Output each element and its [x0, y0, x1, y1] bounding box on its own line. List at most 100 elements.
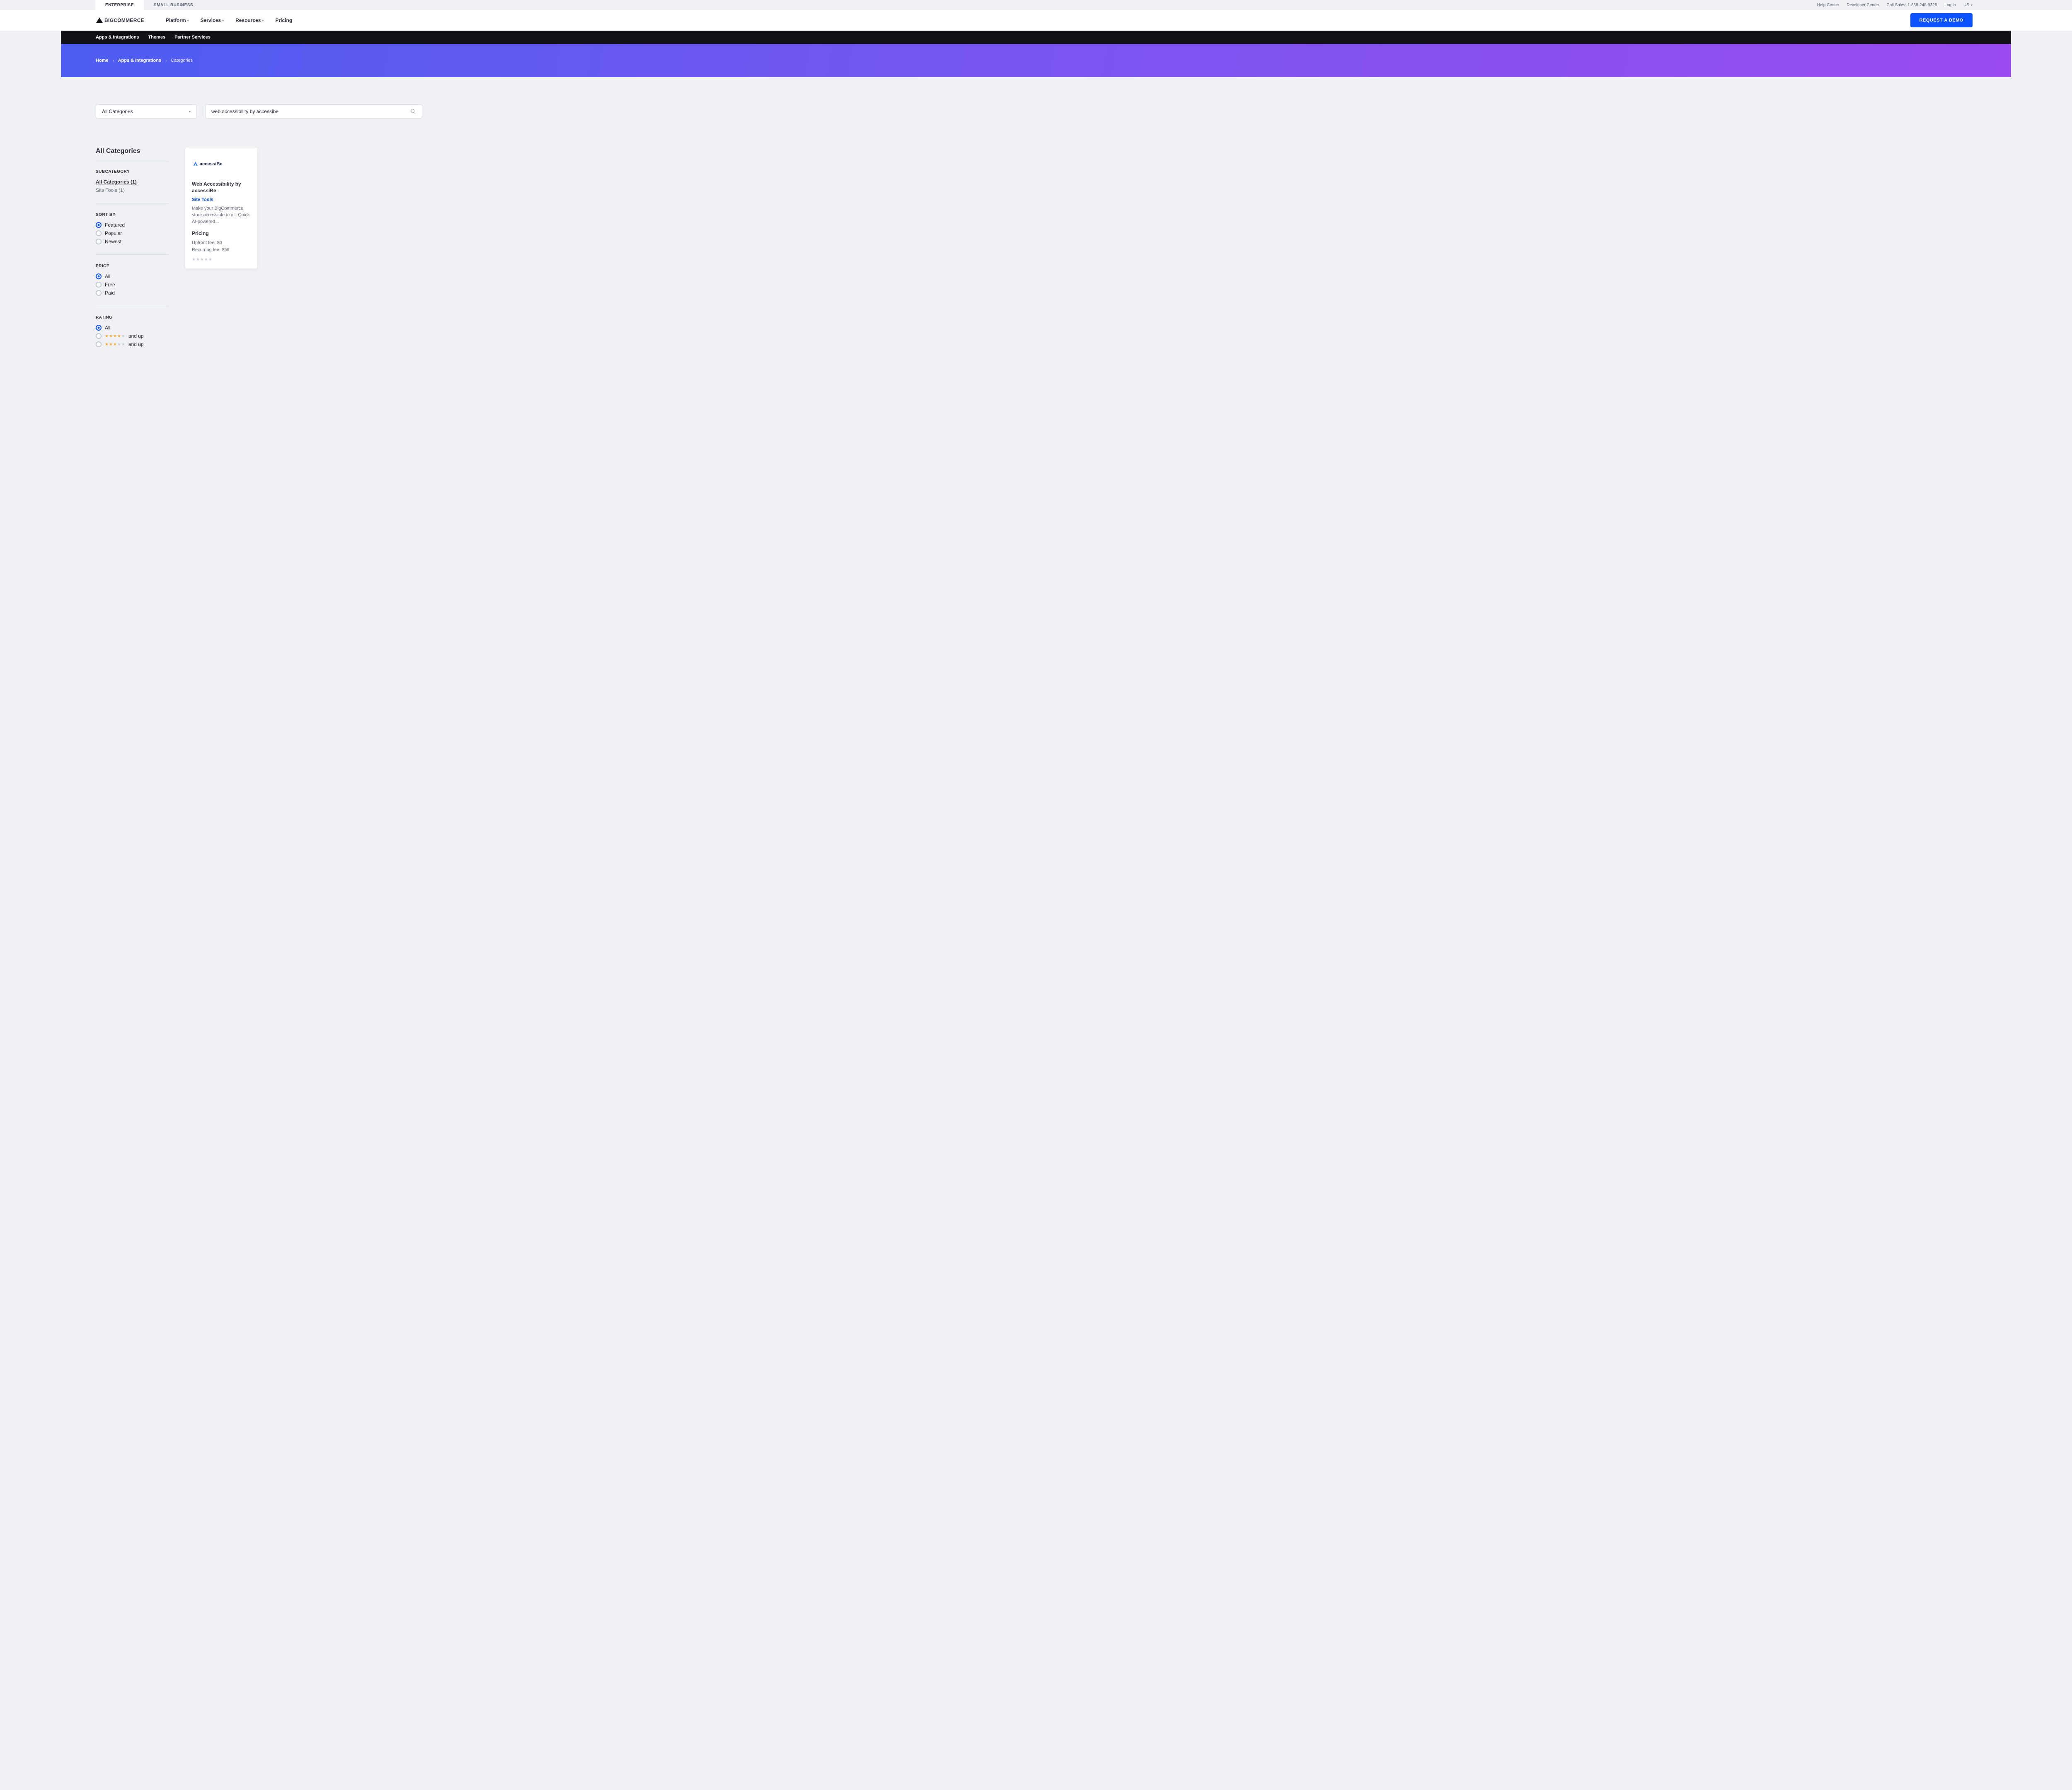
rating-group: RATING All ★ ★ ★ ★ ★ — [96, 315, 169, 347]
link-log-in[interactable]: Log In — [1944, 3, 1956, 7]
sidebar-title: All Categories — [96, 148, 169, 155]
subcategory-site-tools[interactable]: Site Tools (1) — [96, 187, 169, 193]
logo[interactable]: BIGCOMMERCE — [95, 16, 144, 24]
nav-services-label: Services — [201, 17, 221, 23]
sort-popular[interactable]: Popular — [96, 230, 169, 236]
recurring-fee: Recurring fee: $59 — [192, 247, 251, 254]
category-selected-value: All Categories — [102, 109, 133, 114]
results: accessiBe Web Accessibility by accessiBe… — [185, 148, 1976, 356]
subcategory-label: SUBCATEGORY — [96, 169, 169, 174]
tab-enterprise[interactable]: ENTERPRISE — [95, 0, 144, 10]
radio-label: Paid — [105, 290, 115, 296]
star-icon: ★ — [117, 334, 121, 339]
price-label: PRICE — [96, 264, 169, 268]
nav-resources[interactable]: Resources▾ — [235, 17, 264, 23]
radio-label: All — [105, 325, 110, 331]
subnav: Apps & Integrations Themes Partner Servi… — [61, 31, 2011, 44]
subnav-themes[interactable]: Themes — [148, 35, 166, 40]
crumb-home[interactable]: Home — [96, 58, 109, 63]
nav-pricing[interactable]: Pricing — [275, 17, 292, 23]
price-free[interactable]: Free — [96, 282, 169, 288]
star-icon: ★ — [200, 257, 204, 262]
radio-label: Free — [105, 282, 115, 288]
top-bar: ENTERPRISE SMALL BUSINESS Help Center De… — [0, 0, 2072, 10]
category-select[interactable]: All Categories ▾ — [96, 104, 197, 119]
header: BIGCOMMERCE Platform▾ Services▾ Resource… — [0, 10, 2072, 31]
topbar-tabs: ENTERPRISE SMALL BUSINESS — [95, 0, 203, 10]
logo-mark-icon — [95, 16, 104, 24]
rating-suffix: and up — [128, 333, 144, 339]
radio-icon — [96, 325, 102, 331]
radio-label: Featured — [105, 222, 125, 228]
rating-3-up[interactable]: ★ ★ ★ ★ ★ and up — [96, 341, 169, 347]
app-title: Web Accessibility by accessiBe — [192, 181, 251, 194]
nav-platform[interactable]: Platform▾ — [166, 17, 189, 23]
locale-label: US — [1963, 3, 1969, 7]
rating-label: RATING — [96, 315, 169, 320]
link-call-sales[interactable]: Call Sales: 1-888-248-9325 — [1887, 3, 1937, 7]
chevron-right-icon: › — [165, 58, 167, 63]
star-icon: ★ — [192, 257, 196, 262]
star-icon: ★ — [113, 342, 117, 347]
price-paid[interactable]: Paid — [96, 290, 169, 296]
subnav-wrap: Apps & Integrations Themes Partner Servi… — [0, 31, 2072, 44]
star-icon: ★ — [204, 257, 208, 262]
crumb-current: Categories — [171, 58, 193, 63]
radio-label: Newest — [105, 239, 121, 244]
radio-label: All — [105, 273, 110, 279]
radio-icon — [96, 222, 102, 228]
star-icon: ★ — [121, 334, 125, 339]
star-icon: ★ — [113, 334, 117, 339]
sort-featured[interactable]: Featured — [96, 222, 169, 228]
hero-wrap: Home › Apps & Integrations › Categories — [0, 44, 2072, 77]
search-row: All Categories ▾ — [96, 104, 1976, 119]
search-input[interactable] — [211, 109, 410, 114]
stars-4: ★ ★ ★ ★ ★ — [105, 334, 125, 339]
app-description: Make your BigCommerce store accessible t… — [192, 206, 251, 225]
sort-label: SORT BY — [96, 213, 169, 217]
hero: Home › Apps & Integrations › Categories — [61, 44, 2011, 77]
radio-icon — [96, 341, 102, 347]
main-nav: Platform▾ Services▾ Resources▾ Pricing — [166, 17, 292, 23]
sidebar: All Categories SUBCATEGORY All Categorie… — [96, 148, 169, 356]
crumb-apps[interactable]: Apps & Integrations — [118, 58, 162, 63]
chevron-down-icon: ▾ — [187, 19, 189, 22]
star-icon: ★ — [196, 257, 200, 262]
subnav-apps[interactable]: Apps & Integrations — [96, 35, 139, 40]
app-rating: ★ ★ ★ ★ ★ — [192, 257, 251, 262]
subcategory-all[interactable]: All Categories (1) — [96, 179, 169, 185]
link-help-center[interactable]: Help Center — [1817, 3, 1839, 7]
app-card[interactable]: accessiBe Web Accessibility by accessiBe… — [185, 148, 257, 268]
link-developer-center[interactable]: Developer Center — [1847, 3, 1879, 7]
price-group: PRICE All Free Paid — [96, 264, 169, 306]
star-icon: ★ — [109, 342, 113, 347]
subnav-partner-services[interactable]: Partner Services — [174, 35, 211, 40]
accessibe-logo-icon: accessiBe — [192, 160, 233, 168]
svg-text:accessiBe: accessiBe — [200, 162, 223, 167]
radio-icon — [96, 333, 102, 339]
sort-newest[interactable]: Newest — [96, 239, 169, 244]
sort-group: SORT BY Featured Popular Newest — [96, 213, 169, 255]
rating-suffix: and up — [128, 341, 144, 347]
app-category-link[interactable]: Site Tools — [192, 197, 251, 202]
radio-label: Popular — [105, 230, 122, 236]
search-icon[interactable] — [410, 109, 416, 114]
columns: All Categories SUBCATEGORY All Categorie… — [96, 148, 1976, 356]
tab-small-business[interactable]: SMALL BUSINESS — [144, 0, 203, 10]
request-demo-button[interactable]: REQUEST A DEMO — [1910, 13, 1973, 27]
nav-services[interactable]: Services▾ — [201, 17, 224, 23]
star-icon: ★ — [109, 334, 113, 339]
price-all[interactable]: All — [96, 273, 169, 279]
app-logo: accessiBe — [192, 154, 251, 173]
radio-icon — [96, 230, 102, 236]
content: All Categories ▾ All Categories SUBCATEG… — [61, 77, 2011, 373]
subcategory-group: SUBCATEGORY All Categories (1) Site Tool… — [96, 169, 169, 203]
radio-icon — [96, 290, 102, 296]
chevron-down-icon: ▾ — [222, 19, 224, 22]
rating-4-up[interactable]: ★ ★ ★ ★ ★ and up — [96, 333, 169, 339]
locale-selector[interactable]: US ▾ — [1963, 3, 1973, 7]
nav-platform-label: Platform — [166, 17, 186, 23]
topbar-right: Help Center Developer Center Call Sales:… — [1817, 0, 2072, 10]
rating-all[interactable]: All — [96, 325, 169, 331]
chevron-down-icon: ▾ — [262, 19, 264, 22]
